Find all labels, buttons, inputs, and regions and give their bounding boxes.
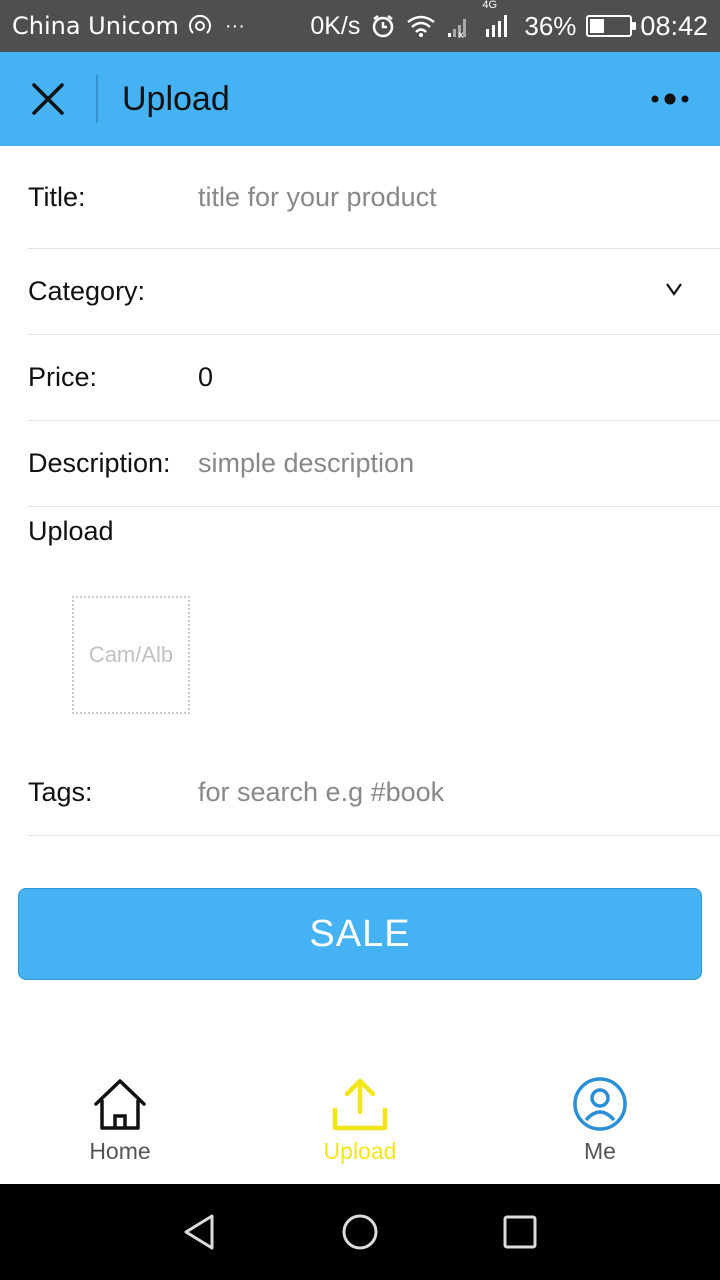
clock: 08:42 [640,10,708,41]
upload-label: Upload [28,516,114,546]
tab-upload[interactable]: Upload [240,1076,480,1184]
title-row: Title: [28,146,720,249]
upload-icon [332,1078,388,1131]
title-input[interactable] [198,181,678,213]
more-dots-icon [651,93,689,105]
tags-row: Tags: [28,750,720,836]
chevron-down-icon [666,283,682,296]
price-label: Price: [28,362,98,392]
net-speed: 0K/s [310,11,361,40]
signal-sim1-icon: x [446,13,474,39]
system-nav-bar [0,1184,720,1280]
battery-percent: 36% [524,10,577,41]
wifi-icon [406,14,436,38]
category-label: Category: [28,276,146,306]
svg-text:!: ! [208,21,212,32]
tags-label: Tags: [28,777,93,807]
description-input[interactable] [198,448,678,479]
category-row[interactable]: Category: [28,249,720,335]
overflow-dots-icon: ··· [224,14,245,37]
more-button[interactable] [640,74,700,124]
back-button[interactable] [170,1202,230,1262]
tab-upload-label: Upload [323,1138,397,1164]
page-title: Upload [122,79,230,118]
network-type: 4G [482,0,498,11]
tab-home-label: Home [89,1138,151,1164]
hotspot-icon: ! [188,15,215,37]
description-label: Description: [28,448,171,478]
close-button[interactable] [0,52,96,146]
description-row: Description: [28,421,720,507]
title-label: Title: [28,181,86,212]
home-nav-button[interactable] [330,1202,390,1262]
signal-4g-icon: 4G [482,0,514,39]
status-bar: China Unicom ! ··· 0K/s x 4G 36% 08:42 [0,0,720,52]
app-header: Upload [0,52,720,146]
back-triangle-icon [184,1214,214,1250]
tags-input[interactable] [198,777,678,808]
sale-button[interactable]: SALE [18,888,702,980]
tab-home[interactable]: Home [0,1076,240,1184]
close-icon [32,83,64,115]
upload-form: Title: Category: Price: Description: [28,146,720,507]
image-picker[interactable]: Cam/Alb [72,596,190,714]
header-divider [96,75,98,123]
tab-me-label: Me [584,1138,616,1164]
home-icon [94,1079,146,1130]
screen: China Unicom ! ··· 0K/s x 4G 36% 08:42 U… [0,0,720,1280]
recents-square-icon [503,1215,537,1249]
tab-bar: Home Upload Me [0,1076,720,1184]
image-picker-text: Cam/Alb [88,642,174,667]
tab-me[interactable]: Me [480,1076,720,1184]
tags-section: Tags: [28,750,720,836]
recents-button[interactable] [490,1202,550,1262]
svg-text:x: x [458,30,464,39]
home-circle-icon [342,1214,378,1250]
price-input[interactable] [198,362,678,393]
user-icon [573,1077,627,1131]
battery-icon [586,15,637,37]
alarm-icon [370,13,396,39]
price-row: Price: [28,335,720,421]
carrier-name: China Unicom [12,12,179,40]
